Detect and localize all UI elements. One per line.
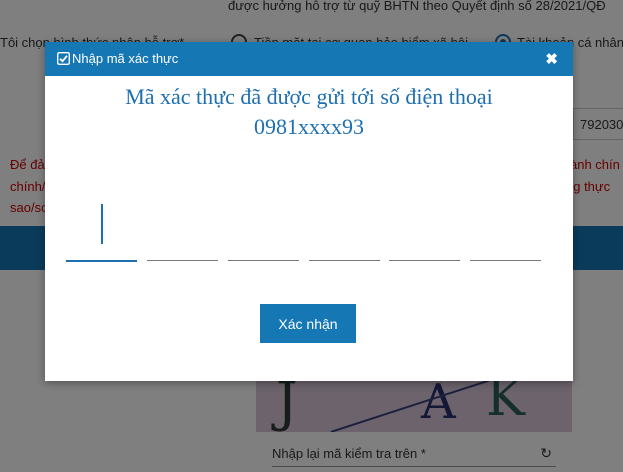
otp-digit-2[interactable]	[147, 202, 218, 261]
close-icon[interactable]: ✖	[545, 50, 558, 68]
otp-message-line1: Mã xác thực đã được gửi tới số điện thoạ…	[125, 84, 493, 109]
otp-digit-4[interactable]	[309, 202, 380, 261]
otp-message: Mã xác thực đã được gửi tới số điện thoạ…	[45, 82, 573, 142]
modal-title: Nhập mã xác thực	[72, 51, 179, 66]
otp-modal: Nhập mã xác thực ✖ Mã xác thực đã được g…	[45, 42, 573, 381]
confirm-button[interactable]: Xác nhận	[260, 304, 356, 343]
checkbox-icon	[57, 52, 70, 65]
otp-digit-5[interactable]	[389, 202, 460, 261]
otp-digit-3[interactable]	[228, 202, 299, 261]
modal-header: Nhập mã xác thực ✖	[45, 42, 573, 76]
text-caret	[101, 204, 103, 244]
otp-digit-1[interactable]	[66, 202, 137, 262]
otp-digit-6[interactable]	[470, 202, 541, 261]
otp-phone-number: 0981xxxx93	[254, 114, 364, 139]
